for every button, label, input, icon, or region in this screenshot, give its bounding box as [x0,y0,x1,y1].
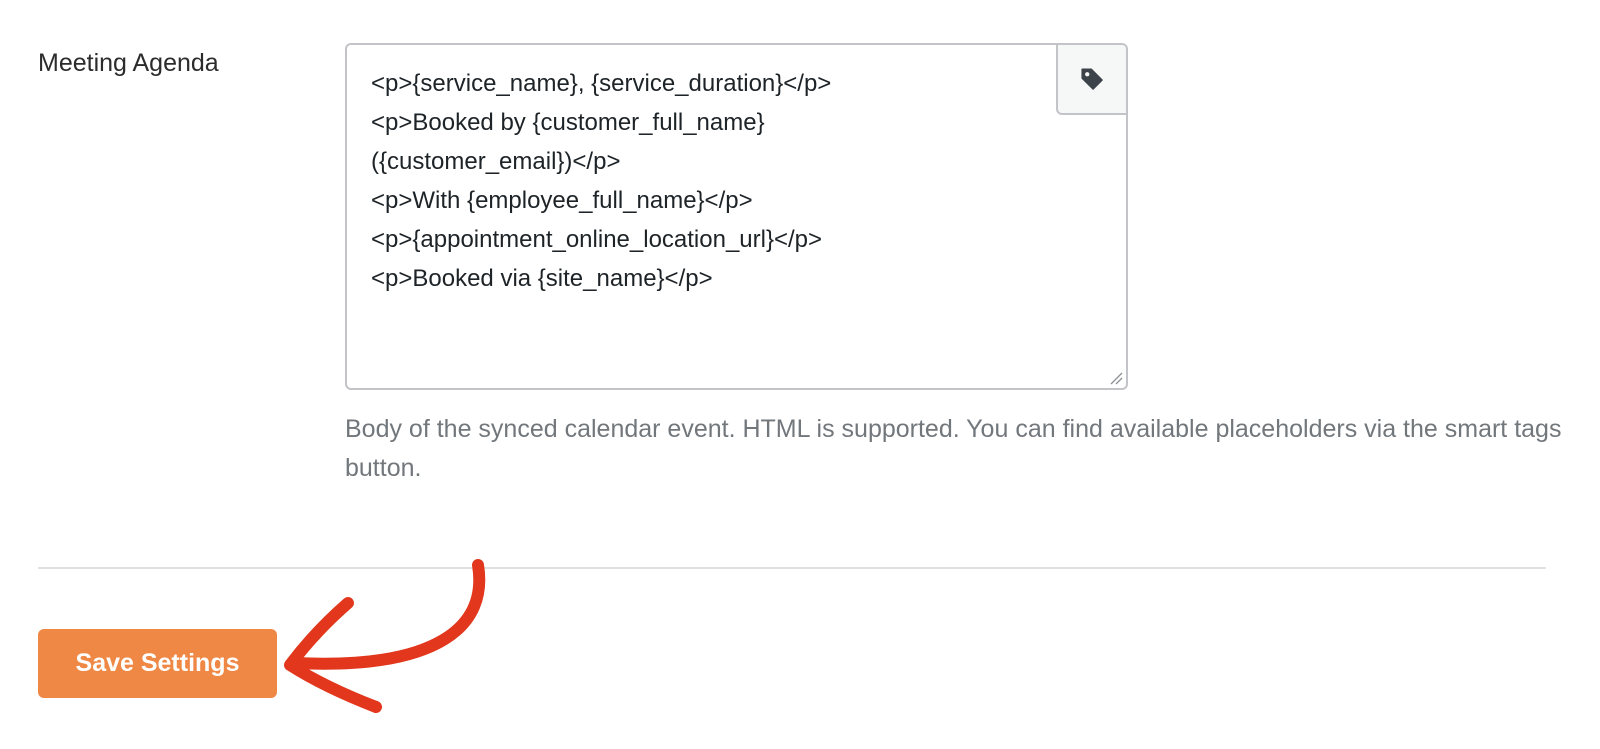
meeting-agenda-textarea[interactable] [347,45,1126,388]
arrow-annotation-icon [284,559,486,713]
smart-tags-button[interactable] [1056,45,1126,115]
save-settings-button[interactable]: Save Settings [38,629,277,698]
meeting-agenda-label: Meeting Agenda [38,49,219,77]
field-description: Body of the synced calendar event. HTML … [345,415,1562,482]
section-divider [38,567,1546,569]
resize-handle-icon[interactable] [1109,371,1123,385]
meeting-agenda-field[interactable] [345,43,1128,390]
tag-icon [1081,68,1103,90]
